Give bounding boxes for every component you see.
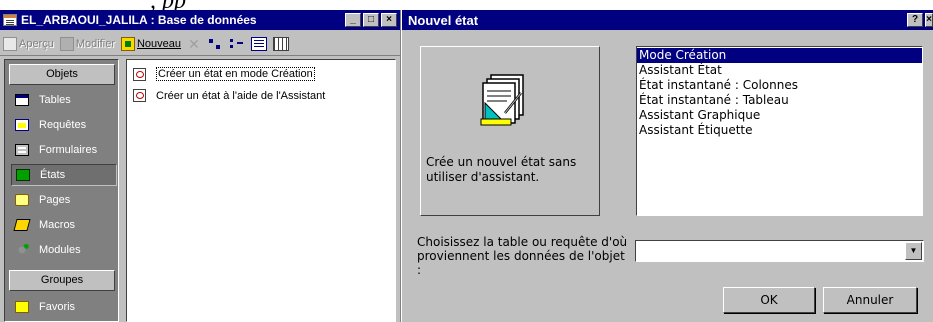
favorites-icon [15, 301, 29, 313]
database-icon [3, 14, 17, 26]
help-button[interactable]: ? [907, 13, 923, 27]
new-object-icon [120, 36, 135, 51]
dialog-titlebar: Nouvel état ? × [402, 10, 933, 30]
details-view-icon [273, 36, 290, 51]
sidebar-item-label: Formulaires [39, 144, 98, 156]
list-view-icon [251, 36, 268, 51]
modify-button[interactable]: Modifier [59, 36, 115, 51]
table-icon [15, 94, 29, 106]
dialog-title: Nouvel état [408, 12, 479, 28]
sidebar-item-label: Macros [39, 219, 76, 231]
delete-button[interactable]: ✕ [187, 37, 201, 51]
close-button[interactable]: × [381, 13, 397, 27]
list-view-button[interactable] [251, 36, 268, 51]
report-type-list[interactable]: Mode Création Assistant État État instan… [636, 46, 923, 216]
sidebar-item-label: Tables [39, 94, 71, 106]
dropdown-button[interactable]: ▼ [905, 242, 922, 260]
page-icon [15, 194, 29, 206]
sidebar-item-favorites[interactable]: Favoris [11, 296, 117, 318]
sidebar-item-queries[interactable]: Requêtes [11, 114, 117, 136]
module-icon [15, 244, 29, 256]
sidebar-item-label: Pages [39, 194, 71, 206]
dialog-description: Crée un nouvel état sans utiliser d'assi… [426, 155, 577, 184]
objects-group-button[interactable]: Objets [9, 64, 115, 85]
report-design-icon [133, 67, 146, 81]
preview-icon [3, 36, 17, 51]
list-item-label: Créer un état en mode Création [156, 67, 315, 81]
report-wizard-icon [133, 89, 146, 102]
sidebar-item-label: Favoris [39, 301, 76, 313]
report-type-option[interactable]: État instantané : Colonnes [637, 78, 922, 93]
database-toolbar: Aperçu Modifier Nouveau ✕ [0, 32, 400, 56]
chevron-down-icon: ▼ [909, 246, 918, 255]
sidebar-item-pages[interactable]: Pages [11, 189, 117, 211]
sidebar-item-label: Requêtes [39, 119, 87, 131]
objects-list: Créer un état en mode Création Créer un … [126, 59, 396, 322]
new-label: Nouveau [136, 37, 182, 50]
sidebar-item-label: Modules [39, 244, 81, 256]
sidebar-item-reports[interactable]: États [11, 164, 117, 186]
database-titlebar: EL_ARBAOUI_JALILA : Base de données _ □ … [0, 10, 400, 30]
modify-label: Modifier [75, 37, 115, 50]
list-item-label: Créer un état à l'aide de l'Assistant [156, 89, 326, 102]
cancel-button[interactable]: Annuler [823, 287, 917, 313]
design-icon [59, 36, 74, 51]
sidebar-item-modules[interactable]: Modules [11, 239, 117, 261]
sidebar-item-tables[interactable]: Tables [11, 89, 117, 111]
report-icon [16, 169, 30, 181]
report-design-icon [480, 74, 524, 126]
large-icons-icon [207, 36, 224, 51]
sidebar-item-forms[interactable]: Formulaires [11, 139, 117, 161]
report-type-option[interactable]: Assistant État [637, 63, 922, 78]
small-icons-icon [229, 36, 246, 51]
delete-icon: ✕ [188, 35, 200, 52]
dialog-close-button[interactable]: × [925, 13, 933, 27]
dialog-controls: ? × [907, 13, 933, 27]
form-icon [15, 144, 29, 156]
maximize-button[interactable]: □ [363, 13, 379, 27]
query-icon [15, 119, 29, 131]
new-button[interactable]: Nouveau [120, 36, 182, 51]
report-type-option[interactable]: État instantané : Tableau [637, 93, 922, 108]
objects-bar: Objets Tables Requêtes Formulaires États… [4, 59, 119, 322]
new-report-dialog: Nouvel état ? × Crée un nouvel état sans… [402, 10, 933, 322]
window-controls: _ □ × [345, 13, 397, 27]
small-icons-button[interactable] [229, 36, 246, 51]
report-type-option[interactable]: Assistant Graphique [637, 108, 922, 123]
ok-button[interactable]: OK [723, 287, 815, 313]
details-view-button[interactable] [273, 36, 290, 51]
source-label: Choisissez la table ou requête d'où prov… [417, 235, 628, 277]
preview-button[interactable]: Aperçu [3, 36, 54, 51]
list-item[interactable]: Créer un état à l'aide de l'Assistant [133, 89, 325, 102]
large-icons-button[interactable] [207, 36, 224, 51]
macro-icon [13, 219, 31, 231]
preview-label: Aperçu [19, 37, 54, 50]
source-combobox[interactable]: ▼ [635, 240, 924, 262]
report-type-option[interactable]: Assistant Étiquette [637, 123, 922, 138]
sidebar-item-macros[interactable]: Macros [11, 214, 117, 236]
groups-button[interactable]: Groupes [9, 270, 115, 291]
database-title: EL_ARBAOUI_JALILA : Base de données [21, 13, 257, 27]
list-item[interactable]: Créer un état en mode Création [133, 67, 315, 81]
database-window: EL_ARBAOUI_JALILA : Base de données _ □ … [0, 10, 401, 322]
sidebar-item-label: États [40, 169, 66, 181]
minimize-button[interactable]: _ [345, 13, 361, 27]
report-type-option[interactable]: Mode Création [637, 48, 922, 63]
description-panel: Crée un nouvel état sans utiliser d'assi… [420, 46, 600, 216]
